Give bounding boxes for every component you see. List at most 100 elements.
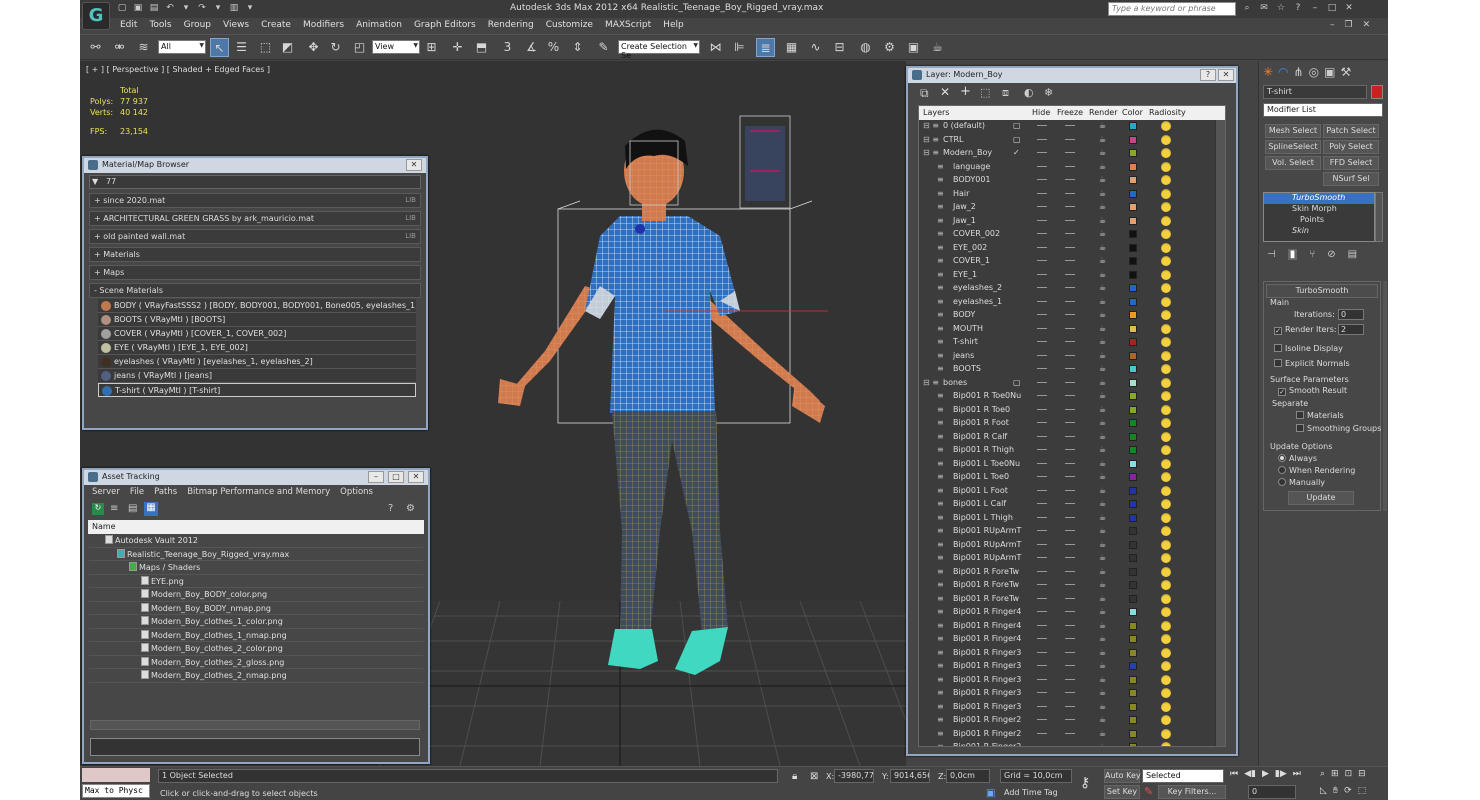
turbosmooth-rollout-title[interactable]: TurboSmooth: [1266, 284, 1378, 298]
layer-color-swatch[interactable]: [1129, 662, 1137, 670]
select-and-manipulate-icon[interactable]: ✛: [448, 38, 467, 57]
render-teapot-icon[interactable]: ☕: [1099, 230, 1107, 238]
smoothing-groups-checkbox[interactable]: [1296, 424, 1304, 432]
render-teapot-icon[interactable]: ☕: [1099, 581, 1107, 589]
render-teapot-icon[interactable]: ☕: [1099, 648, 1107, 657]
hide-toggle[interactable]: [1037, 570, 1047, 572]
layer-row[interactable]: ≡ MOUTH ☕: [919, 323, 1225, 337]
menu-rendering[interactable]: Rendering: [482, 18, 540, 34]
hide-toggle[interactable]: [1037, 651, 1047, 653]
iterations-spinner[interactable]: 0: [1338, 309, 1364, 320]
doc-minimize-icon[interactable]: –: [1330, 20, 1335, 30]
layer-row[interactable]: ≡ Bip001 R ForeTw ☕: [919, 593, 1225, 607]
hide-toggle[interactable]: [1037, 138, 1047, 140]
radiosity-light-icon[interactable]: [1161, 215, 1171, 226]
layer-row[interactable]: ≡ Bip001 R Finger4 ☕: [919, 606, 1225, 620]
maximize-viewport-icon[interactable]: ⬚: [1358, 786, 1367, 796]
absolute-mode-icon[interactable]: ⊠: [810, 771, 818, 782]
layer-color-swatch[interactable]: [1129, 176, 1137, 184]
stack-scrollbar[interactable]: [1375, 192, 1383, 242]
asset-row[interactable]: Modern_Boy_BODY_color.png: [89, 588, 423, 602]
asset-menu-options[interactable]: Options: [340, 487, 373, 498]
stack-item-turbosmooth[interactable]: TurboSmooth: [1264, 193, 1374, 204]
hide-toggle[interactable]: [1037, 476, 1047, 477]
render-teapot-icon[interactable]: ☕: [1099, 311, 1107, 319]
material-library-row[interactable]: + since 2020.mat LIB: [89, 193, 421, 208]
asset-column-name[interactable]: Name: [88, 520, 424, 534]
redo-icon[interactable]: ↷: [196, 3, 208, 14]
save-icon[interactable]: ▤: [148, 3, 160, 14]
render-teapot-icon[interactable]: ☕: [1099, 540, 1107, 549]
hide-toggle[interactable]: [1037, 516, 1047, 518]
display-tab-icon[interactable]: ▣: [1324, 65, 1335, 79]
hide-toggle[interactable]: [1037, 732, 1047, 734]
materials-checkbox[interactable]: [1296, 411, 1304, 419]
layer-row[interactable]: ≡ jeans ☕: [919, 350, 1225, 364]
render-teapot-icon[interactable]: ☕: [1099, 554, 1107, 562]
layer-row[interactable]: ≡ Jaw_1 ☕: [919, 215, 1225, 229]
freeze-toggle[interactable]: [1065, 368, 1075, 369]
search-input[interactable]: Type a keyword or phrase: [1108, 2, 1236, 16]
zoom-icon[interactable]: ⌕: [1320, 769, 1325, 779]
remove-modifier-icon[interactable]: ⊘: [1327, 249, 1335, 260]
menu-help[interactable]: Help: [657, 18, 690, 34]
utilities-tab-icon[interactable]: ⚒: [1340, 65, 1351, 79]
filter-menu-icon[interactable]: ▼: [92, 177, 98, 186]
asset-menu-bitmap[interactable]: Bitmap Performance and Memory: [187, 487, 330, 498]
render-teapot-icon[interactable]: ☕: [1099, 621, 1107, 630]
explicit-normals-checkbox[interactable]: [1274, 359, 1282, 367]
layer-color-swatch[interactable]: [1129, 689, 1137, 697]
layer-color-swatch[interactable]: [1129, 702, 1137, 711]
radiosity-light-icon[interactable]: [1161, 134, 1171, 145]
render-teapot-icon[interactable]: ☕: [1099, 149, 1107, 157]
hide-toggle[interactable]: [1037, 719, 1047, 720]
hide-toggle[interactable]: [1037, 354, 1047, 356]
layer-row[interactable]: ≡ Bip001 RUpArmT ☕: [919, 525, 1225, 539]
layer-row[interactable]: ⊟ ≡ Modern_Boy ✓ ☕: [919, 147, 1225, 161]
hide-toggle[interactable]: [1037, 489, 1047, 491]
render-teapot-icon[interactable]: ☕: [1099, 527, 1107, 535]
layer-color-swatch[interactable]: [1129, 216, 1137, 225]
lock-selection-icon[interactable]: 🔒︎: [792, 771, 797, 782]
layer-color-swatch[interactable]: [1129, 621, 1137, 630]
render-teapot-icon[interactable]: ☕: [1099, 338, 1107, 346]
asset-minimize-icon[interactable]: –: [368, 471, 384, 483]
radiosity-light-icon[interactable]: [1161, 688, 1171, 698]
layer-color-swatch[interactable]: [1129, 581, 1137, 589]
edit-named-selection-icon[interactable]: ✎: [594, 38, 613, 57]
create-layer-icon[interactable]: ⧉: [920, 86, 929, 101]
radiosity-light-icon[interactable]: [1161, 701, 1171, 712]
radiosity-light-icon[interactable]: [1161, 661, 1171, 671]
freeze-toggle[interactable]: [1065, 354, 1075, 356]
layer-row[interactable]: ≡ T-shirt ☕: [919, 336, 1225, 350]
select-and-link-icon[interactable]: ⚯: [86, 38, 105, 57]
layer-row[interactable]: ≡ Bip001 R Finger3 ☕: [919, 674, 1225, 688]
configure-modifier-sets-icon[interactable]: ▤: [1348, 249, 1357, 260]
update-button[interactable]: Update: [1288, 491, 1354, 505]
rendered-frame-window-icon[interactable]: ▣: [904, 38, 923, 57]
orbit-icon[interactable]: ⟳: [1344, 786, 1352, 796]
layer-color-swatch[interactable]: [1129, 608, 1137, 616]
layer-color-swatch[interactable]: [1129, 365, 1137, 373]
radiosity-light-icon[interactable]: [1161, 175, 1171, 185]
select-and-rotate-icon[interactable]: ↻: [326, 38, 345, 57]
radiosity-light-icon[interactable]: [1161, 472, 1171, 482]
open-file-icon[interactable]: ▣: [132, 3, 144, 14]
radiosity-light-icon[interactable]: [1161, 431, 1171, 442]
material-editor-icon[interactable]: ◍: [856, 38, 875, 57]
layer-row[interactable]: ≡ Bip001 R Finger3 ☕: [919, 647, 1225, 661]
hide-toggle[interactable]: [1037, 165, 1047, 167]
layer-color-swatch[interactable]: [1129, 378, 1137, 387]
curve-editor-icon[interactable]: ∿: [806, 38, 825, 57]
render-production-icon[interactable]: ☕: [928, 38, 947, 57]
layer-row[interactable]: ≡ Bip001 R Finger3 ☕: [919, 701, 1225, 715]
key-filters-button[interactable]: Key Filters...: [1158, 785, 1226, 799]
layer-color-swatch[interactable]: [1129, 405, 1137, 414]
layer-color-swatch[interactable]: [1129, 311, 1137, 319]
freeze-toggle[interactable]: [1065, 503, 1075, 504]
freeze-toggle[interactable]: [1065, 692, 1075, 693]
menu-views[interactable]: Views: [217, 18, 255, 34]
zoom-extents-icon[interactable]: ⊡: [1345, 769, 1353, 779]
show-end-result-icon[interactable]: ▮: [1287, 249, 1298, 260]
freeze-toggle[interactable]: [1065, 476, 1075, 477]
